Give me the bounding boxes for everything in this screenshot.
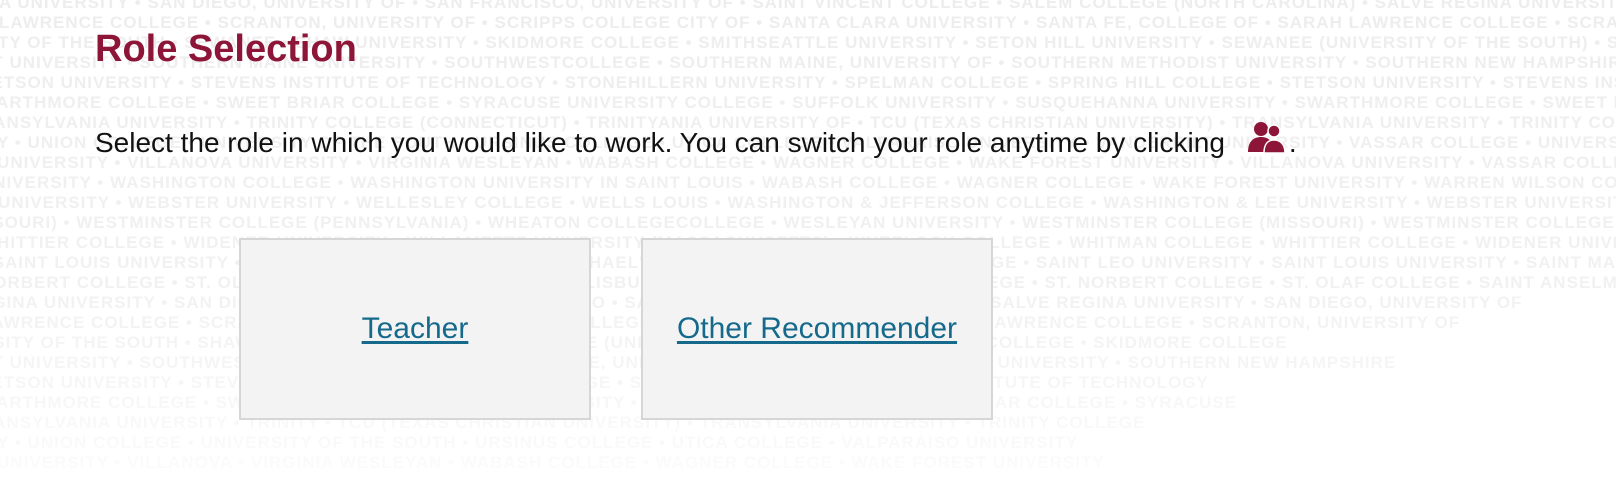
- instructions-text: Select the role in which you would like …: [95, 120, 1297, 163]
- switch-role-icon[interactable]: [1247, 120, 1287, 154]
- role-link-other-recommender[interactable]: Other Recommender: [677, 312, 957, 346]
- role-card-teacher[interactable]: Teacher: [239, 238, 591, 420]
- role-link-teacher[interactable]: Teacher: [362, 312, 469, 346]
- main-content: Role Selection Select the role in which …: [0, 0, 1616, 495]
- role-card-other-recommender[interactable]: Other Recommender: [641, 238, 993, 420]
- page-title: Role Selection: [95, 28, 357, 70]
- instructions-label: Select the role in which you would like …: [95, 127, 1225, 158]
- instructions-period: .: [1288, 127, 1297, 158]
